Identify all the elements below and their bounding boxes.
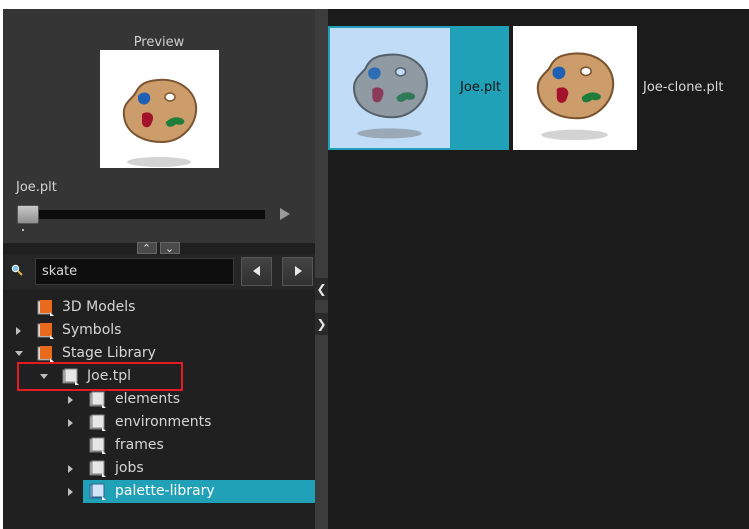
thumbnail-image	[513, 26, 637, 150]
tree-item-environments[interactable]: environments	[3, 411, 315, 434]
arrow-left-icon	[253, 266, 260, 276]
collapse-up-icon[interactable]: ⌃	[136, 242, 157, 255]
palette-grid-panel: Joe.plt Joe-clone.plt	[328, 9, 749, 529]
tree-item-palette-library[interactable]: palette-library	[3, 480, 315, 503]
tree-item-jobs[interactable]: jobs	[3, 457, 315, 480]
preview-slider-track[interactable]	[39, 210, 265, 219]
preview-title: Preview	[133, 35, 185, 50]
palette-icon	[536, 52, 615, 141]
template-folder-icon	[89, 460, 106, 477]
expand-arrow-icon[interactable]	[68, 488, 73, 496]
expand-arrow-icon[interactable]	[16, 327, 21, 335]
tree-item-label: palette-library	[115, 483, 215, 499]
tree-item-elements[interactable]: elements	[3, 388, 315, 411]
thumbnail-label: Joe.plt	[452, 26, 509, 150]
collapse-arrow-icon[interactable]	[15, 351, 23, 356]
collapse-toggle-bar: ⌃ ⌄	[125, 242, 191, 255]
palette-icon	[353, 53, 428, 139]
tree-item-label: frames	[115, 437, 164, 453]
search-row: skate	[3, 255, 315, 289]
next-match-button[interactable]	[282, 257, 313, 286]
tree-item-frames[interactable]: frames	[3, 434, 315, 457]
tree-item-label: environments	[115, 414, 212, 430]
tree-item-label: jobs	[115, 460, 144, 476]
search-icon	[11, 264, 23, 276]
collapse-left-icon[interactable]: ❮	[315, 278, 328, 300]
expand-right-icon[interactable]: ❯	[315, 313, 328, 335]
template-folder-icon	[89, 414, 106, 431]
palette-thumbnail-joe-clone[interactable]: Joe-clone.plt	[513, 26, 749, 150]
panel-splitter[interactable]	[315, 9, 328, 529]
palette-thumbnail-joe[interactable]: Joe.plt	[328, 26, 509, 150]
library-folder-icon	[37, 323, 54, 339]
palette-icon	[122, 78, 198, 167]
annotation-highlight-box	[17, 362, 183, 391]
library-folder-icon	[37, 300, 54, 316]
slider-tick	[22, 229, 24, 231]
preview-filename: Joe.plt	[16, 180, 57, 195]
tree-item-label: elements	[115, 391, 181, 407]
preview-panel: Preview Joe.plt	[3, 9, 315, 243]
arrow-right-icon	[295, 266, 302, 276]
template-folder-icon	[89, 391, 106, 408]
library-tree: 3D Models Symbols Stage Library Joe.tpl	[3, 296, 315, 529]
expand-down-icon[interactable]: ⌄	[159, 242, 180, 255]
tree-item-symbols[interactable]: Symbols	[3, 319, 315, 342]
thumbnail-label: Joe-clone.plt	[643, 80, 724, 95]
play-icon[interactable]	[280, 208, 290, 220]
tree-item-label: 3D Models	[62, 299, 136, 315]
tree-item-label: Symbols	[62, 322, 122, 338]
template-folder-icon	[89, 437, 106, 454]
palette-folder-icon	[89, 483, 106, 500]
preview-thumbnail	[100, 50, 219, 168]
tree-item-3d-models[interactable]: 3D Models	[3, 296, 315, 319]
library-folder-icon	[37, 346, 54, 362]
search-input[interactable]: skate	[35, 258, 234, 285]
expand-arrow-icon[interactable]	[68, 396, 73, 404]
expand-arrow-icon[interactable]	[68, 465, 73, 473]
previous-match-button[interactable]	[241, 257, 272, 286]
preview-slider-handle[interactable]	[17, 205, 39, 224]
thumbnail-image	[328, 26, 452, 150]
expand-arrow-icon[interactable]	[68, 419, 73, 427]
